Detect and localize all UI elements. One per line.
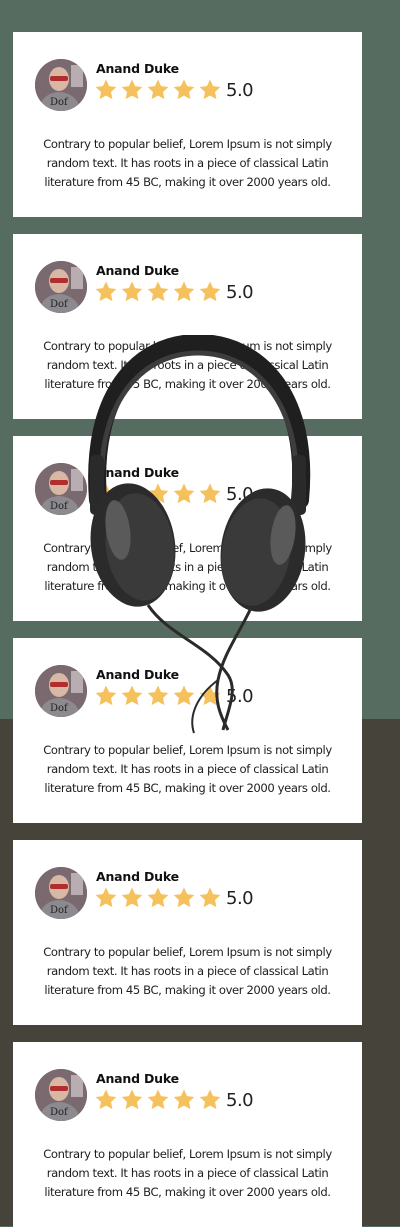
star-icon xyxy=(173,1089,195,1110)
testimonial-card: Dof Anand Duke 5.0 Contrary to popular b… xyxy=(13,436,362,621)
star-rating xyxy=(94,1088,224,1112)
review-text: Contrary to popular belief, Lorem Ipsum … xyxy=(43,339,332,391)
star-icon xyxy=(199,79,221,100)
star-icon xyxy=(147,685,169,706)
star-icon xyxy=(95,79,117,100)
star-rating xyxy=(94,78,224,102)
review-text: Contrary to popular belief, Lorem Ipsum … xyxy=(43,541,332,593)
rating-value: 5.0 xyxy=(226,80,254,101)
star-icon xyxy=(121,483,143,504)
star-rating xyxy=(94,482,224,506)
svg-text:Dof: Dof xyxy=(50,1107,69,1118)
star-icon xyxy=(173,887,195,908)
star-icon xyxy=(95,685,117,706)
star-icon xyxy=(121,281,143,302)
star-icon xyxy=(147,79,169,100)
svg-text:Dof: Dof xyxy=(50,97,69,108)
star-icon xyxy=(95,887,117,908)
review-text: Contrary to popular belief, Lorem Ipsum … xyxy=(43,137,332,189)
rating-value: 5.0 xyxy=(226,484,254,505)
rating-value: 5.0 xyxy=(226,1090,254,1111)
reviewer-name: Anand Duke xyxy=(96,1071,179,1086)
reviewer-name: Anand Duke xyxy=(96,869,179,884)
star-icon xyxy=(121,1089,143,1110)
testimonial-card: Dof Anand Duke 5.0 Contrary to popular b… xyxy=(13,234,362,419)
testimonial-card: Dof Anand Duke 5.0 Contrary to popular b… xyxy=(13,32,362,217)
star-icon xyxy=(95,483,117,504)
star-icon xyxy=(173,79,195,100)
testimonial-card: Dof Anand Duke 5.0 Contrary to popular b… xyxy=(13,840,362,1025)
testimonial-card: Dof Anand Duke 5.0 Contrary to popular b… xyxy=(13,638,362,823)
star-icon xyxy=(199,281,221,302)
avatar: Dof xyxy=(35,59,87,111)
avatar: Dof xyxy=(35,261,87,313)
star-icon xyxy=(199,685,221,706)
star-icon xyxy=(121,685,143,706)
star-icon xyxy=(95,281,117,302)
avatar: Dof xyxy=(35,665,87,717)
star-rating xyxy=(94,280,224,304)
star-icon xyxy=(199,1089,221,1110)
star-icon xyxy=(121,79,143,100)
review-text: Contrary to popular belief, Lorem Ipsum … xyxy=(43,1147,332,1199)
star-icon xyxy=(173,483,195,504)
avatar: Dof xyxy=(35,463,87,515)
reviewer-name: Anand Duke xyxy=(96,465,179,480)
reviewer-name: Anand Duke xyxy=(96,667,179,682)
svg-text:Dof: Dof xyxy=(50,299,69,310)
star-icon xyxy=(147,281,169,302)
review-text: Contrary to popular belief, Lorem Ipsum … xyxy=(43,945,332,997)
star-icon xyxy=(147,1089,169,1110)
svg-text:Dof: Dof xyxy=(50,501,69,512)
svg-text:Dof: Dof xyxy=(50,905,69,916)
avatar: Dof xyxy=(35,867,87,919)
star-icon xyxy=(147,483,169,504)
rating-value: 5.0 xyxy=(226,686,254,707)
star-icon xyxy=(173,685,195,706)
rating-value: 5.0 xyxy=(226,282,254,303)
star-icon xyxy=(199,887,221,908)
star-rating xyxy=(94,684,224,708)
reviewer-name: Anand Duke xyxy=(96,61,179,76)
star-icon xyxy=(199,483,221,504)
rating-value: 5.0 xyxy=(226,888,254,909)
testimonial-card: Dof Anand Duke 5.0 Contrary to popular b… xyxy=(13,1042,362,1227)
svg-text:Dof: Dof xyxy=(50,703,69,714)
star-icon xyxy=(95,1089,117,1110)
star-icon xyxy=(173,281,195,302)
avatar: Dof xyxy=(35,1069,87,1121)
star-icon xyxy=(121,887,143,908)
review-text: Contrary to popular belief, Lorem Ipsum … xyxy=(43,743,332,795)
star-rating xyxy=(94,886,224,910)
reviewer-name: Anand Duke xyxy=(96,263,179,278)
star-icon xyxy=(147,887,169,908)
